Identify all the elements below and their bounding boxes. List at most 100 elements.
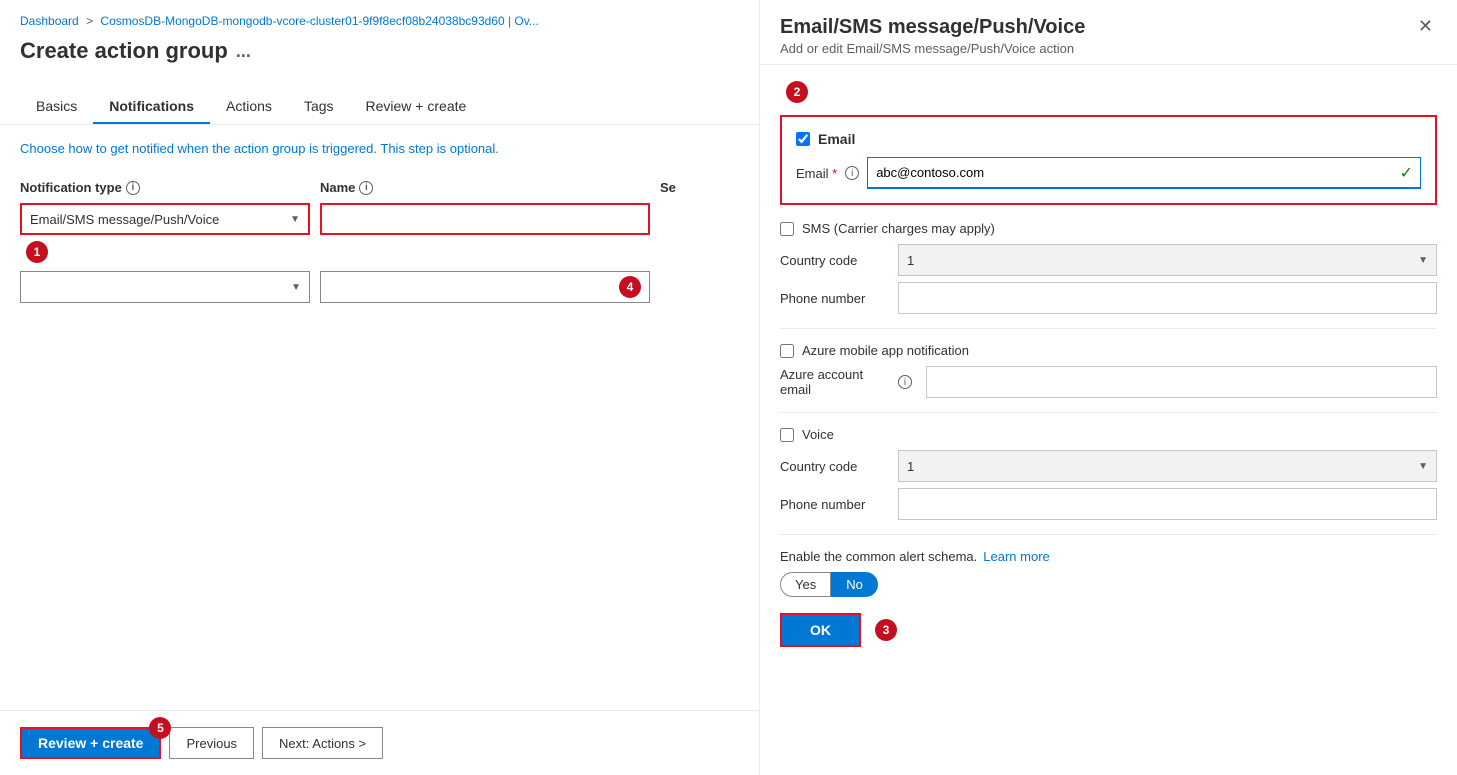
notification-type-select-2[interactable]: ▼	[20, 271, 310, 303]
description: Choose how to get notified when the acti…	[0, 125, 759, 164]
tab-review-create[interactable]: Review + create	[350, 90, 483, 124]
col-se-header: Se	[660, 180, 739, 195]
panel-body: 2 Email Email * i ✓	[760, 65, 1457, 775]
close-button[interactable]: ✕	[1414, 16, 1437, 37]
voice-phone-row: Phone number	[780, 488, 1437, 520]
voice-country-select[interactable]: 1 ▼	[898, 450, 1437, 482]
voice-country-row: Country code 1 ▼	[780, 450, 1437, 482]
email-checkbox[interactable]	[796, 132, 810, 146]
previous-button[interactable]: Previous	[169, 727, 254, 759]
review-create-button[interactable]: Review + create	[20, 727, 161, 759]
email-info-icon[interactable]: i	[845, 166, 859, 180]
tab-actions[interactable]: Actions	[210, 90, 288, 124]
page-title-row: Create action group ...	[0, 34, 759, 64]
panel-subtitle: Add or edit Email/SMS message/Push/Voice…	[780, 41, 1085, 56]
toggle-group: Yes No	[780, 572, 1437, 597]
cell-type-1: Email/SMS message/Push/Voice ▼	[20, 203, 320, 235]
sms-phone-input[interactable]	[898, 282, 1437, 314]
panel-header-text: Email/SMS message/Push/Voice Add or edit…	[780, 16, 1085, 56]
chevron-down-icon-2: ▼	[291, 282, 301, 293]
azure-info-icon[interactable]: i	[898, 375, 912, 389]
azure-label: Azure mobile app notification	[802, 343, 969, 358]
name-info-icon[interactable]: i	[359, 181, 373, 195]
sms-phone-row: Phone number	[780, 282, 1437, 314]
email-section: Email Email * i ✓	[780, 115, 1437, 205]
voice-section: Voice Country code 1 ▼ Phone number	[780, 427, 1437, 520]
email-input-wrap: ✓	[867, 157, 1421, 189]
notifications-content: Notification type i Name i Se Email/SMS …	[0, 164, 759, 710]
next-actions-button[interactable]: Next: Actions >	[262, 727, 383, 759]
sms-country-value: 1	[907, 253, 914, 268]
sms-checkbox[interactable]	[780, 222, 794, 236]
tab-notifications[interactable]: Notifications	[93, 90, 210, 124]
sms-phone-label: Phone number	[780, 291, 890, 306]
table-row: Email/SMS message/Push/Voice ▼	[20, 203, 739, 235]
cell-name-1	[320, 203, 660, 235]
voice-checkbox[interactable]	[780, 428, 794, 442]
email-label: Email	[818, 131, 855, 147]
sms-label: SMS (Carrier charges may apply)	[802, 221, 995, 236]
step-badge-1: 1	[26, 241, 48, 263]
azure-account-row: Azure account email i	[780, 366, 1437, 398]
step-badge-2: 2	[786, 81, 808, 103]
page-title-ellipsis[interactable]: ...	[236, 41, 251, 62]
notification-name-select-2[interactable]: 4	[320, 271, 650, 303]
step-badge-4: 4	[619, 276, 641, 298]
voice-country-value: 1	[907, 459, 914, 474]
ok-button[interactable]: OK	[780, 613, 861, 647]
notification-name-input[interactable]	[320, 203, 650, 235]
sms-country-label: Country code	[780, 253, 890, 268]
divider-3	[780, 534, 1437, 535]
sms-country-row: Country code 1 ▼	[780, 244, 1437, 276]
common-alert-text: Enable the common alert schema.	[780, 549, 977, 564]
breadcrumb: Dashboard > CosmosDB-MongoDB-mongodb-vco…	[0, 0, 759, 34]
tabs: Basics Notifications Actions Tags Review…	[0, 72, 759, 125]
voice-country-label: Country code	[780, 459, 890, 474]
email-field-row: Email * i ✓	[796, 157, 1421, 189]
tab-basics[interactable]: Basics	[20, 90, 93, 124]
sms-check-row: SMS (Carrier charges may apply)	[780, 221, 1437, 236]
email-check-row: Email	[796, 131, 1421, 147]
voice-label: Voice	[802, 427, 834, 442]
cell-name-2: 4	[320, 271, 660, 303]
notification-type-value: Email/SMS message/Push/Voice	[30, 212, 219, 227]
azure-checkbox[interactable]	[780, 344, 794, 358]
email-input[interactable]	[867, 157, 1421, 189]
sms-country-select[interactable]: 1 ▼	[898, 244, 1437, 276]
checkmark-icon: ✓	[1400, 163, 1413, 183]
page-title: Create action group	[20, 38, 228, 64]
breadcrumb-resource[interactable]: CosmosDB-MongoDB-mongodb-vcore-cluster01…	[100, 14, 538, 28]
voice-country-chevron-icon: ▼	[1418, 461, 1428, 472]
step-badge-3: 3	[875, 619, 897, 641]
voice-phone-label: Phone number	[780, 497, 890, 512]
azure-check-row: Azure mobile app notification	[780, 343, 1437, 358]
footer-buttons: Review + create 5 Previous Next: Actions…	[0, 710, 759, 775]
voice-check-row: Voice	[780, 427, 1437, 442]
breadcrumb-separator: >	[86, 14, 96, 28]
email-field-label: Email *	[796, 166, 837, 181]
yes-toggle[interactable]: Yes	[780, 572, 831, 597]
ok-btn-wrap: OK 3	[780, 613, 1437, 647]
right-panel: Email/SMS message/Push/Voice Add or edit…	[760, 0, 1457, 775]
common-alert-row: Enable the common alert schema. Learn mo…	[780, 549, 1437, 564]
no-toggle[interactable]: No	[831, 572, 878, 597]
cell-type-2: ▼	[20, 271, 320, 303]
breadcrumb-dashboard[interactable]: Dashboard	[20, 14, 79, 28]
sms-section: SMS (Carrier charges may apply) Country …	[780, 221, 1437, 314]
notification-type-info-icon[interactable]: i	[126, 181, 140, 195]
notification-type-select[interactable]: Email/SMS message/Push/Voice ▼	[20, 203, 310, 235]
table-row-2: ▼ 4	[20, 271, 739, 303]
tab-tags[interactable]: Tags	[288, 90, 350, 124]
col-type-header: Notification type i	[20, 180, 320, 195]
learn-more-link[interactable]: Learn more	[983, 549, 1049, 564]
sms-country-chevron-icon: ▼	[1418, 255, 1428, 266]
azure-account-input[interactable]	[926, 366, 1437, 398]
voice-phone-input[interactable]	[898, 488, 1437, 520]
panel-title: Email/SMS message/Push/Voice	[780, 16, 1085, 39]
azure-account-label: Azure account email	[780, 367, 890, 397]
required-star: *	[832, 166, 837, 181]
table-header: Notification type i Name i Se	[20, 180, 739, 195]
azure-section: Azure mobile app notification Azure acco…	[780, 343, 1437, 398]
section-badge-2-row: 2	[780, 81, 1437, 103]
chevron-down-icon: ▼	[290, 214, 300, 225]
